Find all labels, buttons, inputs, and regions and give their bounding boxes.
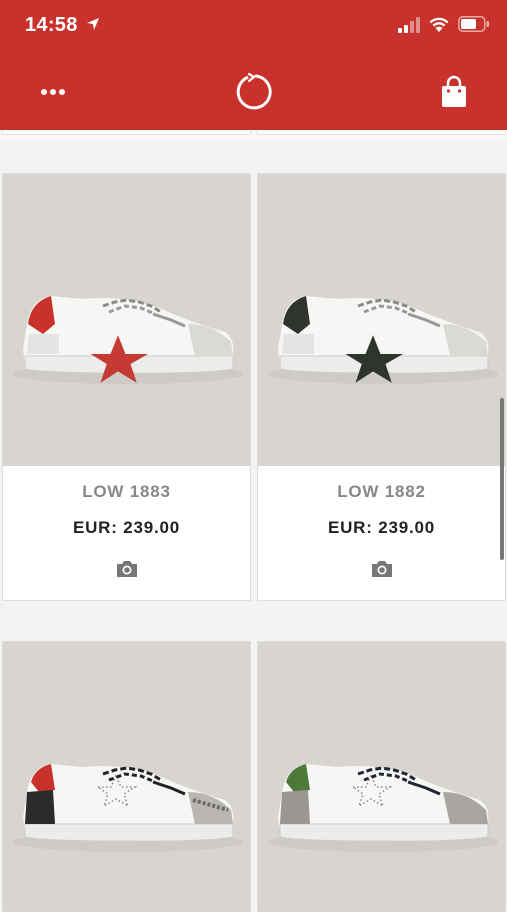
product-image[interactable] (3, 174, 250, 466)
status-time: 14:58 (25, 14, 78, 36)
camera-icon[interactable] (370, 559, 394, 579)
shopping-bag-icon[interactable] (438, 75, 470, 109)
product-price: EUR: 239.00 (72, 518, 181, 537)
product-image[interactable] (258, 174, 505, 466)
product-card[interactable]: LOW 1883 EUR: 239.00 (2, 173, 251, 601)
previous-row-edge (0, 130, 507, 140)
sneaker-image (268, 764, 498, 852)
status-bar: 14:58 (0, 0, 507, 50)
app-header: 14:58 (0, 0, 507, 130)
camera-icon[interactable] (115, 559, 139, 579)
more-menu-icon[interactable] (38, 82, 68, 102)
sneaker-image (268, 296, 498, 384)
product-card[interactable] (2, 641, 251, 912)
cellular-signal-icon (398, 17, 420, 33)
wifi-icon (429, 17, 449, 32)
product-card[interactable]: LOW 1882 EUR: 239.00 (257, 173, 506, 601)
sneaker-image (13, 296, 243, 384)
battery-icon (458, 16, 489, 32)
brand-logo-icon[interactable] (234, 72, 274, 112)
product-name[interactable]: LOW 1882 (258, 482, 505, 502)
product-card[interactable] (257, 641, 506, 912)
product-image[interactable] (258, 642, 505, 912)
product-name[interactable]: LOW 1883 (3, 482, 250, 502)
scrollbar[interactable] (500, 398, 504, 560)
location-arrow-icon (87, 18, 99, 30)
sneaker-image (13, 764, 243, 852)
product-image[interactable] (3, 642, 250, 912)
product-price: EUR: 239.00 (327, 518, 436, 537)
